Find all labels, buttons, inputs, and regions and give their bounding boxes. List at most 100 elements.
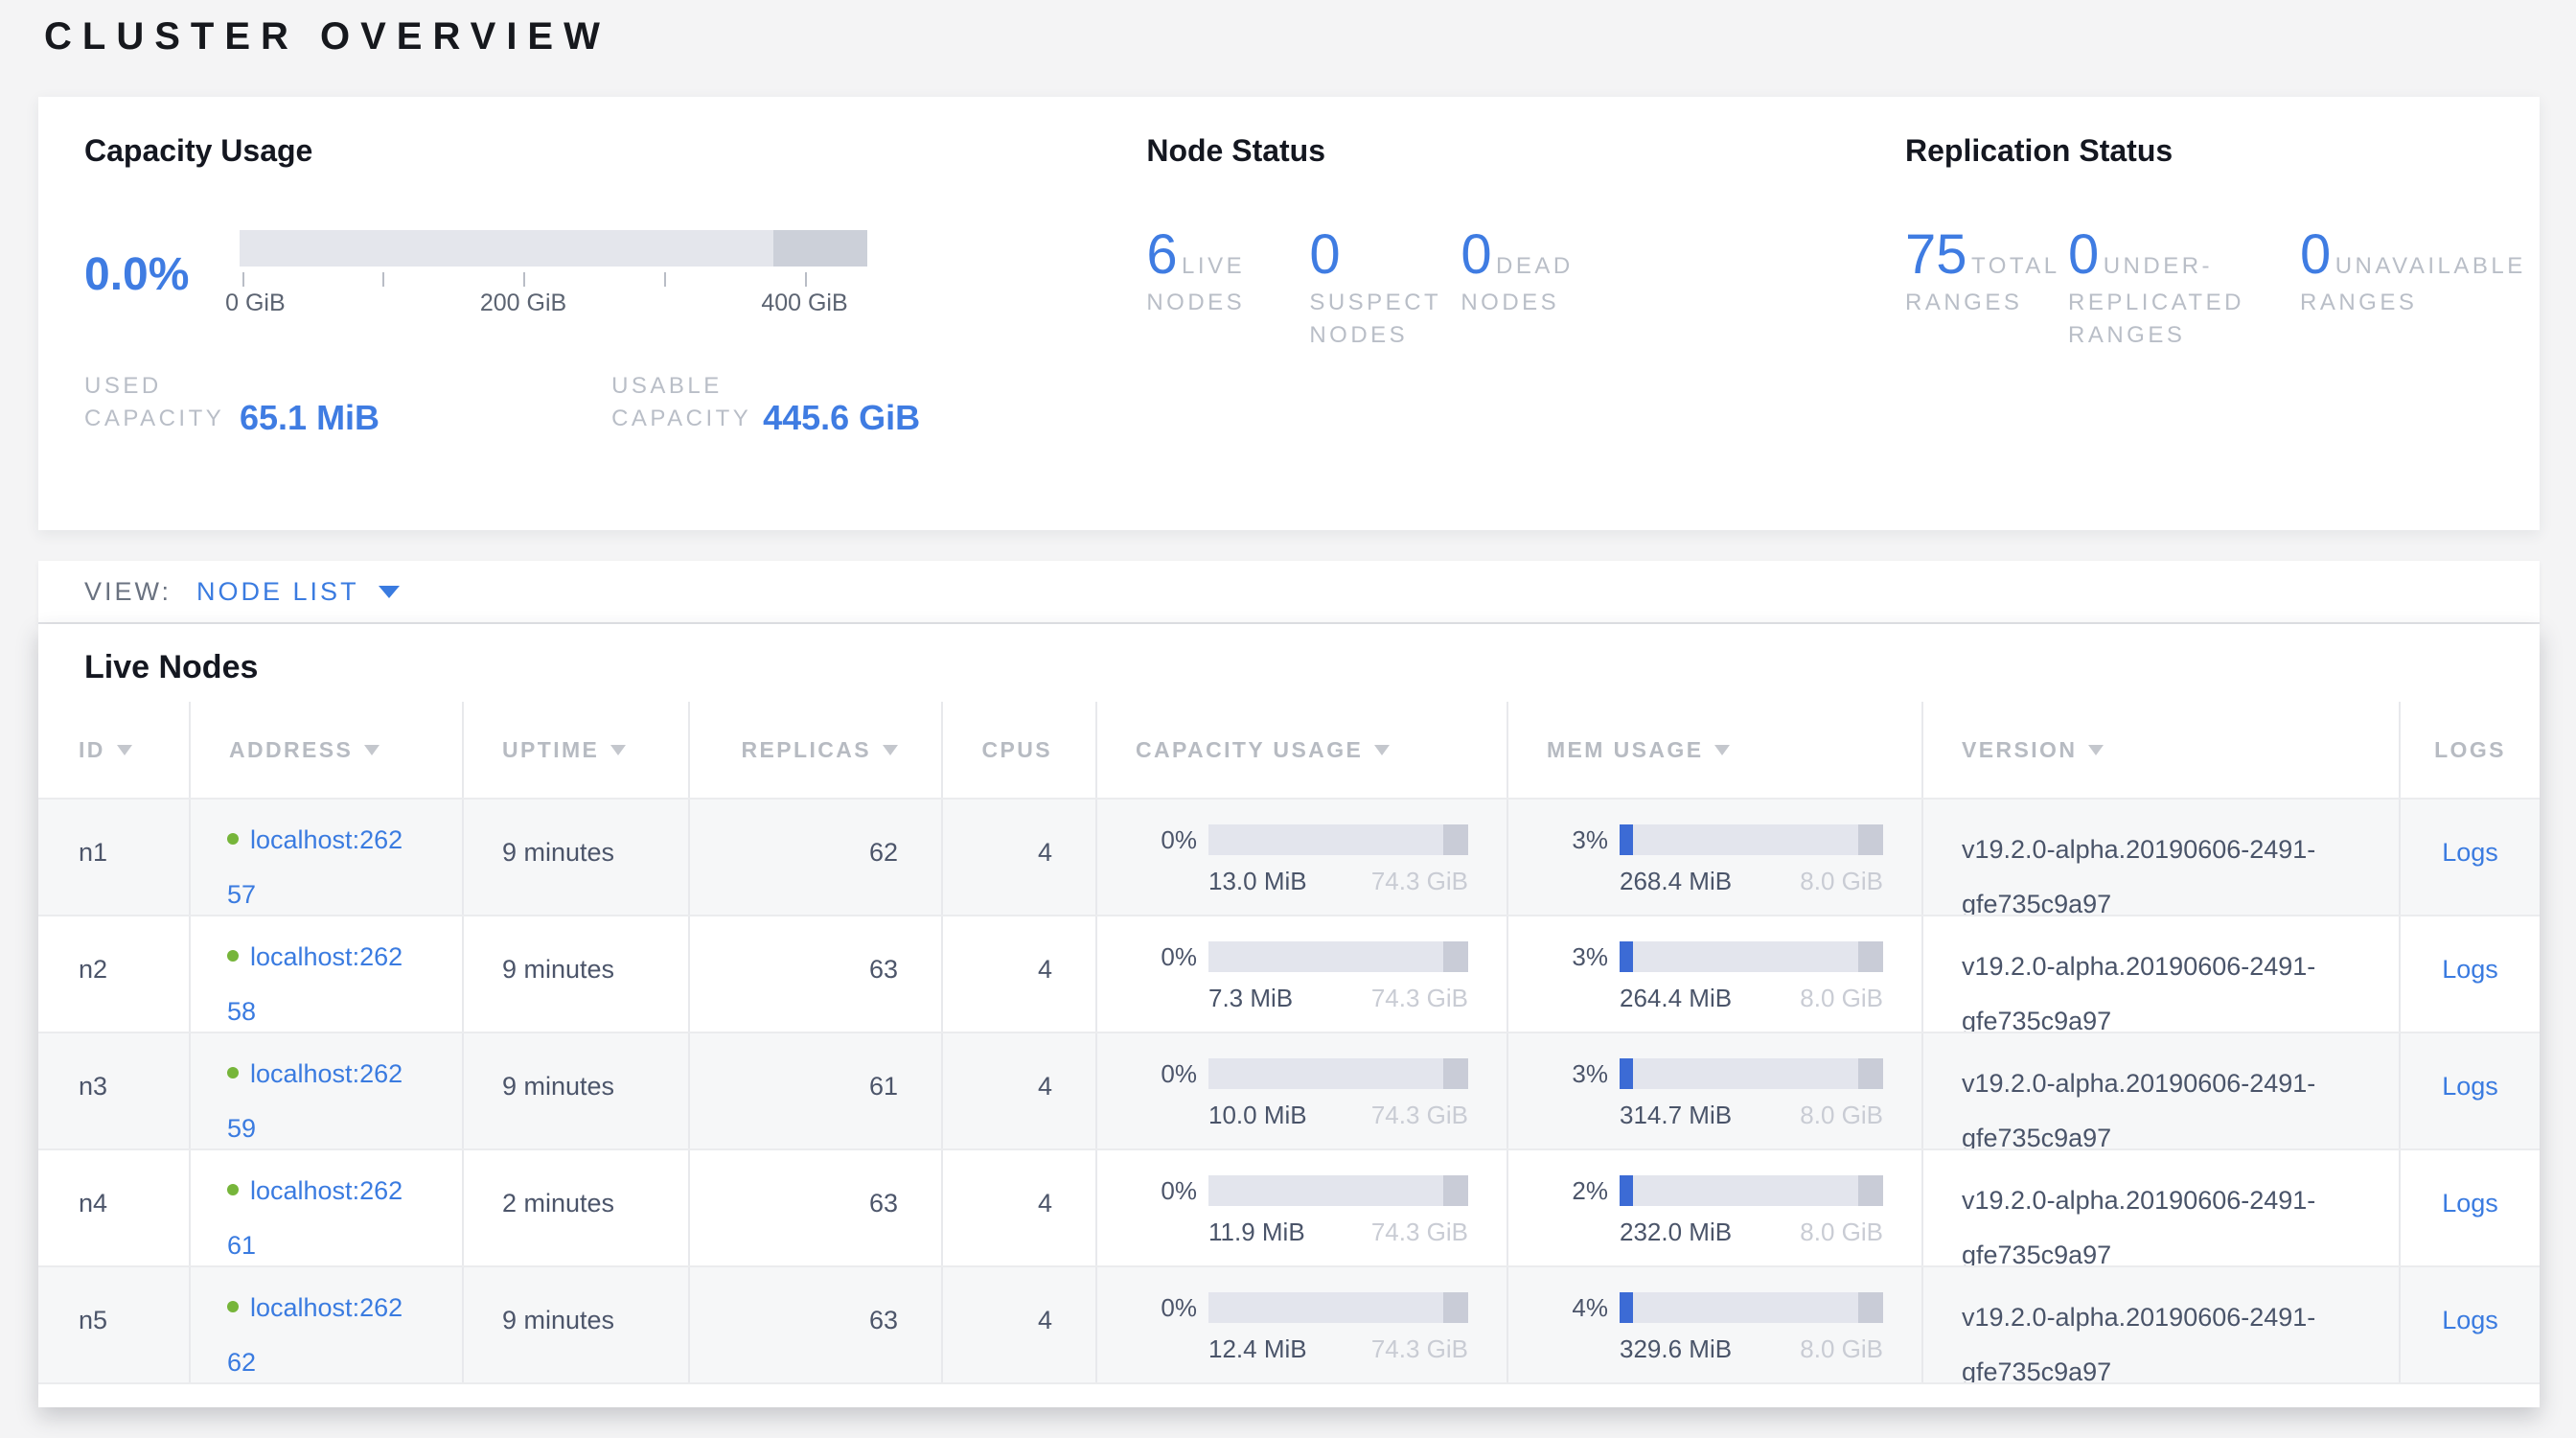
node-id-cell: n4: [38, 1150, 189, 1265]
logs-link[interactable]: Logs: [2442, 1072, 2498, 1101]
node-uptime-cell: 9 minutes: [462, 800, 688, 915]
sort-desc-icon[interactable]: [883, 745, 898, 755]
capacity-usage-bar: [1208, 1292, 1468, 1323]
table-body: n1 localhost:26257 9 minutes 62 4 0%: [38, 798, 2540, 1382]
node-mem-usage-cell: 4% 329.6 MiB 8.0 GiB: [1506, 1267, 1921, 1382]
column-header-capacity-usage[interactable]: CAPACITY USAGE: [1095, 702, 1506, 798]
node-version-cell: v19.2.0-alpha.20190606-2491-gfe735c9a97: [1921, 800, 2399, 915]
mem-bar-fill: [1620, 1292, 1633, 1323]
capacity-percent-label: 0%: [1136, 825, 1197, 855]
logs-link[interactable]: Logs: [2442, 955, 2498, 984]
node-capacity-usage-cell: 0% 13.0 MiB 74.3 GiB: [1095, 800, 1506, 915]
mem-used-value: 264.4 MiB: [1620, 984, 1732, 1013]
capacity-bar-reserved-segment: [1443, 1292, 1468, 1323]
capacity-total-value: 74.3 GiB: [1371, 867, 1468, 896]
node-mem-usage-cell: 3% 268.4 MiB 8.0 GiB: [1506, 800, 1921, 915]
live-status-dot-icon: [227, 1301, 239, 1312]
node-id-cell: n2: [38, 916, 189, 1032]
total-ranges-stat: 75 TOTAL RANGES: [1905, 222, 2068, 352]
live-nodes-count: 6: [1146, 223, 1177, 286]
node-cpus-cell: 4: [941, 1150, 1095, 1265]
sort-desc-icon[interactable]: [610, 745, 626, 755]
capacity-usage-bar: [1208, 1175, 1468, 1206]
node-replicas-cell: 61: [688, 1033, 941, 1148]
node-address-link[interactable]: localhost:26257: [227, 825, 402, 909]
node-status-section: Node Status 6 LIVE NODES 0 SUSPECT NODES: [1146, 133, 1905, 530]
node-address-link[interactable]: localhost:26262: [227, 1293, 402, 1377]
logs-link[interactable]: Logs: [2442, 1189, 2498, 1218]
mem-bar-fill: [1620, 941, 1633, 972]
capacity-bar-reserved-segment: [1443, 941, 1468, 972]
node-address-link[interactable]: localhost:26261: [227, 1176, 402, 1260]
node-address-cell: localhost:26261: [189, 1150, 462, 1265]
node-id-cell: n5: [38, 1267, 189, 1382]
dead-nodes-stat: 0 DEAD NODES: [1460, 222, 1671, 352]
used-capacity-label: USED CAPACITY: [84, 370, 240, 435]
node-mem-usage-cell: 3% 314.7 MiB 8.0 GiB: [1506, 1033, 1921, 1148]
mem-bar-fill: [1620, 1175, 1633, 1206]
mem-total-value: 8.0 GiB: [1800, 1218, 1883, 1247]
node-replicas-cell: 63: [688, 1267, 941, 1382]
unavailable-ranges-count: 0: [2300, 223, 2331, 286]
axis-label-0: 0 GiB: [225, 290, 286, 317]
usable-capacity-value: 445.6 GiB: [763, 398, 920, 438]
node-logs-cell: Logs: [2399, 1267, 2540, 1382]
sort-desc-icon[interactable]: [1374, 745, 1390, 755]
usable-capacity-stat: USABLE CAPACITY 445.6 GiB: [611, 370, 920, 435]
capacity-bar-reserved-segment: [1443, 1058, 1468, 1089]
capacity-percent: 0.0%: [84, 248, 240, 301]
dead-nodes-count: 0: [1460, 223, 1491, 286]
summary-card: Capacity Usage 0.0% 0 GiB 200 GiB 400 Gi…: [38, 97, 2540, 530]
node-version-cell: v19.2.0-alpha.20190606-2491-gfe735c9a97: [1921, 1150, 2399, 1265]
node-mem-usage-cell: 2% 232.0 MiB 8.0 GiB: [1506, 1150, 1921, 1265]
mem-usage-bar: [1620, 941, 1883, 972]
mem-used-value: 314.7 MiB: [1620, 1101, 1732, 1130]
node-mem-usage-cell: 3% 264.4 MiB 8.0 GiB: [1506, 916, 1921, 1032]
capacity-total-value: 74.3 GiB: [1371, 1218, 1468, 1247]
used-capacity-value: 65.1 MiB: [240, 398, 380, 438]
node-logs-cell: Logs: [2399, 916, 2540, 1032]
live-status-dot-icon: [227, 1067, 239, 1078]
column-header-mem-usage[interactable]: MEM USAGE: [1506, 702, 1921, 798]
capacity-used-value: 11.9 MiB: [1208, 1218, 1305, 1247]
capacity-axis-labels: 0 GiB 200 GiB 400 GiB: [240, 290, 867, 318]
capacity-used-value: 12.4 MiB: [1208, 1334, 1307, 1364]
node-cpus-cell: 4: [941, 1033, 1095, 1148]
node-capacity-usage-cell: 0% 12.4 MiB 74.3 GiB: [1095, 1267, 1506, 1382]
sort-desc-icon[interactable]: [117, 745, 132, 755]
logs-link[interactable]: Logs: [2442, 1306, 2498, 1334]
node-address-link[interactable]: localhost:26258: [227, 942, 402, 1026]
capacity-usage-bar: [1208, 1058, 1468, 1089]
logs-link[interactable]: Logs: [2442, 838, 2498, 867]
node-replicas-cell: 63: [688, 1150, 941, 1265]
mem-percent-label: 3%: [1547, 1059, 1608, 1089]
live-nodes-card: Live Nodes ID ADDRESS UPTIME REPLICAS CP…: [38, 624, 2540, 1407]
column-header-version[interactable]: VERSION: [1921, 702, 2399, 798]
mem-total-value: 8.0 GiB: [1800, 1101, 1883, 1130]
column-header-replicas[interactable]: REPLICAS: [688, 702, 941, 798]
capacity-used-value: 10.0 MiB: [1208, 1101, 1307, 1130]
column-header-address[interactable]: ADDRESS: [189, 702, 462, 798]
under-replicated-ranges-stat: 0 UNDER- REPLICATED RANGES: [2068, 222, 2300, 352]
sort-desc-icon[interactable]: [364, 745, 380, 755]
usable-capacity-label: USABLE CAPACITY: [611, 370, 763, 435]
column-header-uptime[interactable]: UPTIME: [462, 702, 688, 798]
mem-percent-label: 3%: [1547, 825, 1608, 855]
live-nodes-stat: 6 LIVE NODES: [1146, 222, 1309, 352]
mem-total-value: 8.0 GiB: [1800, 1334, 1883, 1364]
mem-total-value: 8.0 GiB: [1800, 984, 1883, 1013]
total-ranges-count: 75: [1905, 223, 1967, 286]
mem-bar-reserved-segment: [1858, 1292, 1883, 1323]
capacity-total-value: 74.3 GiB: [1371, 1101, 1468, 1130]
column-header-id[interactable]: ID: [38, 702, 189, 798]
sort-desc-icon[interactable]: [2088, 745, 2104, 755]
node-uptime-cell: 9 minutes: [462, 916, 688, 1032]
view-selector[interactable]: NODE LIST: [196, 577, 400, 607]
chevron-down-icon: [379, 586, 400, 598]
sort-desc-icon[interactable]: [1714, 745, 1730, 755]
suspect-nodes-count: 0: [1309, 223, 1340, 286]
node-address-link[interactable]: localhost:26259: [227, 1059, 402, 1143]
mem-used-value: 232.0 MiB: [1620, 1218, 1732, 1247]
mem-bar-reserved-segment: [1858, 941, 1883, 972]
node-capacity-usage-cell: 0% 10.0 MiB 74.3 GiB: [1095, 1033, 1506, 1148]
